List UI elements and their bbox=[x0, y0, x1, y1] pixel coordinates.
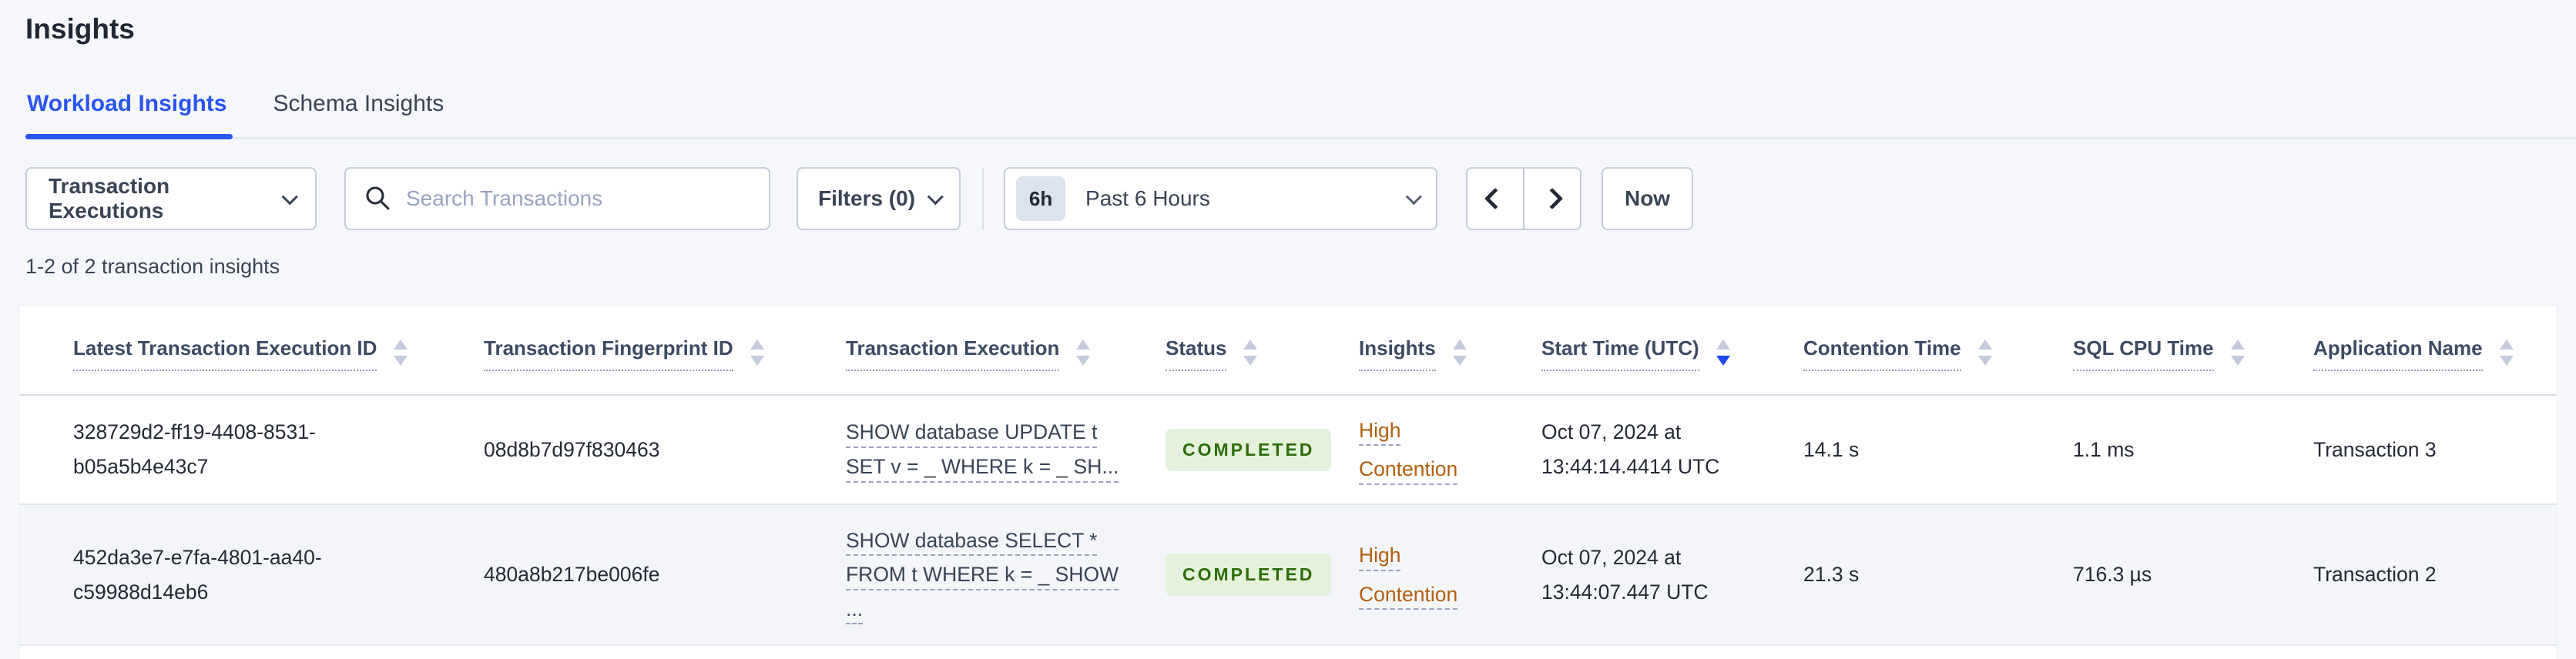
view-type-dropdown-label: Transaction Executions bbox=[49, 174, 170, 222]
tab-workload-insights[interactable]: Workload Insights bbox=[25, 89, 233, 139]
insight-link-high-contention[interactable]: High Contention bbox=[1359, 411, 1457, 489]
chevron-left-icon bbox=[1484, 187, 1507, 210]
search-box bbox=[344, 167, 770, 230]
filters-dropdown[interactable]: Filters (0) bbox=[797, 167, 961, 230]
results-count: 1-2 of 2 transaction insights bbox=[25, 255, 280, 278]
sql-cpu-time: 1.1 ms bbox=[2073, 437, 2135, 461]
sort-icon bbox=[1452, 340, 1467, 366]
sort-icon bbox=[2230, 340, 2245, 366]
application-name: Transaction 2 bbox=[2313, 563, 2437, 587]
toolbar-divider bbox=[982, 168, 984, 229]
search-icon bbox=[366, 186, 390, 210]
time-range-next-button[interactable] bbox=[1524, 167, 1582, 230]
contention-time: 14.1 s bbox=[1803, 437, 1860, 461]
chevron-down-icon bbox=[1405, 188, 1422, 205]
table-header-row: Latest Transaction Execution ID Transact… bbox=[19, 306, 2557, 396]
transaction-insights-table: Latest Transaction Execution ID Transact… bbox=[19, 306, 2557, 646]
col-header-start-time[interactable]: Start Time (UTC) bbox=[1541, 306, 1803, 396]
sort-icon bbox=[394, 340, 408, 366]
sort-icon bbox=[1977, 340, 1992, 366]
sql-cpu-time: 716.3 µs bbox=[2073, 563, 2152, 587]
time-range-dropdown[interactable]: 6h Past 6 Hours bbox=[1004, 167, 1438, 230]
tab-bar: Workload Insights Schema Insights bbox=[25, 89, 2576, 139]
fingerprint-id: 480a8b217be006fe bbox=[484, 563, 660, 587]
search-input[interactable] bbox=[406, 186, 752, 211]
start-time: Oct 07, 2024 at 13:44:07.447 UTC bbox=[1541, 545, 1709, 604]
tab-schema-insights[interactable]: Schema Insights bbox=[271, 89, 445, 137]
col-header-transaction-execution[interactable]: Transaction Execution bbox=[846, 306, 1166, 396]
time-range-label: Past 6 Hours bbox=[1085, 186, 1210, 210]
sort-icon bbox=[2499, 340, 2514, 366]
sort-icon-active-desc bbox=[1716, 340, 1730, 366]
table-row: 452da3e7-e7fa-4801-aa40- c59988d14eb6 48… bbox=[19, 504, 2557, 646]
status-badge: COMPLETED bbox=[1166, 554, 1332, 596]
chevron-down-icon bbox=[927, 188, 944, 205]
col-header-transaction-fingerprint-id[interactable]: Transaction Fingerprint ID bbox=[484, 306, 846, 396]
application-name: Transaction 3 bbox=[2313, 437, 2437, 461]
time-range-prev-button[interactable] bbox=[1466, 167, 1524, 230]
table-row: 328729d2-ff19-4408-8531- b05a5b4e43c7 08… bbox=[19, 395, 2557, 505]
sort-icon bbox=[750, 340, 764, 366]
col-header-application-name[interactable]: Application Name bbox=[2313, 306, 2557, 396]
time-range-pager bbox=[1466, 167, 1582, 230]
insight-link-high-contention[interactable]: High Contention bbox=[1359, 536, 1457, 614]
page-title: Insights bbox=[25, 13, 135, 45]
filters-dropdown-label: Filters (0) bbox=[818, 186, 916, 210]
statement-link[interactable]: SHOW database UPDATE t SET v = _ WHERE k… bbox=[846, 420, 1119, 478]
time-range-badge: 6h bbox=[1016, 176, 1066, 221]
col-header-latest-transaction-execution-id[interactable]: Latest Transaction Execution ID bbox=[19, 306, 484, 396]
chevron-down-icon bbox=[282, 188, 298, 205]
start-time: Oct 07, 2024 at 13:44:14.4414 UTC bbox=[1541, 420, 1720, 478]
now-button[interactable]: Now bbox=[1602, 167, 1694, 230]
col-header-insights[interactable]: Insights bbox=[1359, 306, 1541, 396]
sort-icon bbox=[1076, 340, 1091, 366]
toolbar: Transaction Executions Filters (0) 6h Pa… bbox=[25, 167, 2558, 230]
contention-time: 21.3 s bbox=[1803, 563, 1860, 587]
sort-icon bbox=[1243, 340, 1258, 366]
execution-id: 452da3e7-e7fa-4801-aa40- c59988d14eb6 bbox=[73, 545, 322, 604]
status-badge: COMPLETED bbox=[1166, 428, 1332, 471]
insights-table-card: Latest Transaction Execution ID Transact… bbox=[18, 305, 2558, 659]
col-header-sql-cpu-time[interactable]: SQL CPU Time bbox=[2073, 306, 2313, 396]
col-header-status[interactable]: Status bbox=[1166, 306, 1359, 396]
fingerprint-id: 08d8b7d97f830463 bbox=[484, 437, 660, 461]
chevron-right-icon bbox=[1541, 187, 1564, 210]
view-type-dropdown[interactable]: Transaction Executions bbox=[25, 167, 317, 230]
statement-link[interactable]: SHOW database SELECT * FROM t WHERE k = … bbox=[846, 529, 1119, 621]
execution-id: 328729d2-ff19-4408-8531- b05a5b4e43c7 bbox=[73, 420, 316, 478]
col-header-contention-time[interactable]: Contention Time bbox=[1803, 306, 2073, 396]
